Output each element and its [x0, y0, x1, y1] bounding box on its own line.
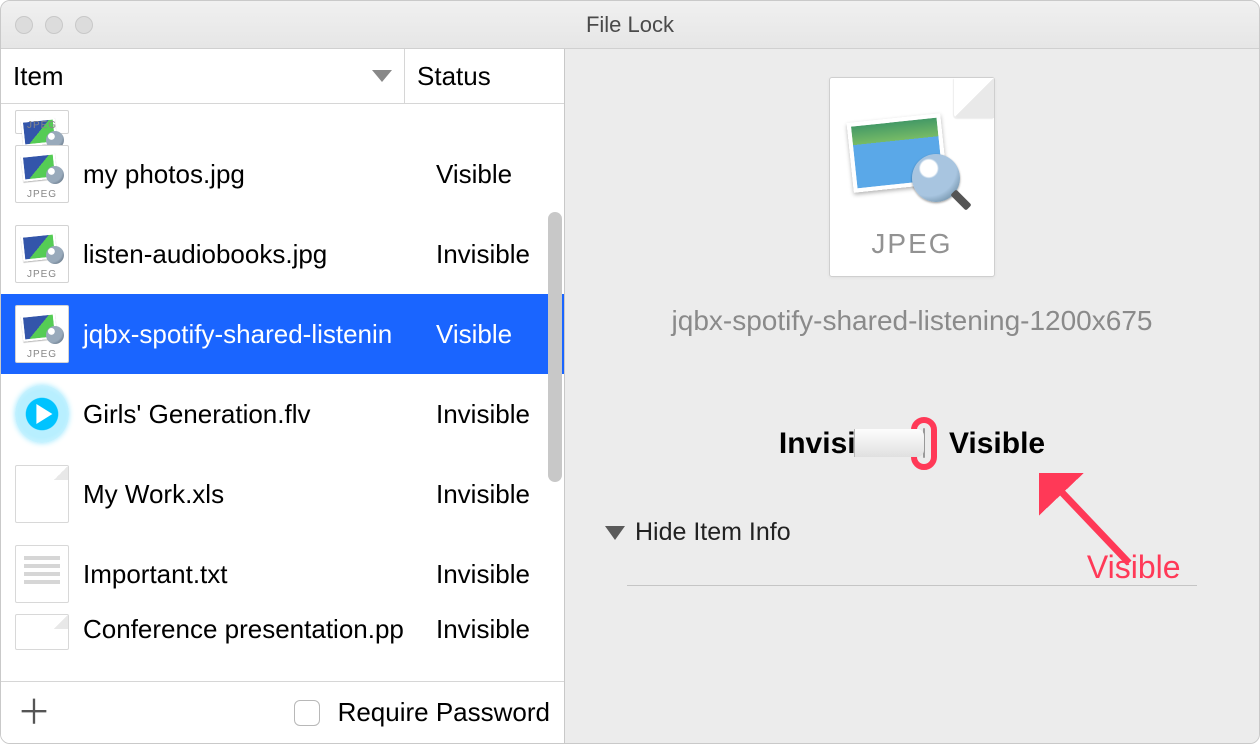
file-icon: JPEG: [15, 110, 69, 134]
file-icon: [15, 465, 69, 523]
file-list[interactable]: JPEG JPEG my photos.jpg Visible JPEG lis…: [1, 104, 564, 681]
visible-label: Visible: [949, 427, 1045, 461]
sort-indicator-icon: [372, 70, 392, 82]
toggle-knob: [923, 429, 924, 457]
table-row[interactable]: JPEG jqbx-spotify-shared-listenin Visibl…: [1, 294, 564, 374]
table-row[interactable]: JPEG my photos.jpg Visible: [1, 134, 564, 214]
traffic-close[interactable]: [15, 16, 33, 34]
disclosure-triangle-icon: [605, 526, 625, 540]
file-icon: [15, 614, 69, 650]
column-header-item-label: Item: [13, 61, 64, 92]
file-name: Conference presentation.pp: [69, 614, 424, 645]
file-status: Invisible: [424, 559, 564, 590]
selected-file-name: jqbx-spotify-shared-listening-1200x675: [632, 305, 1192, 337]
column-header-item[interactable]: Item: [1, 49, 405, 103]
file-icon: JPEG: [15, 225, 69, 283]
require-password-label: Require Password: [338, 697, 550, 728]
file-status: Invisible: [424, 399, 564, 430]
visibility-toggle-area: Invisible Visible Visible: [779, 417, 1045, 470]
hide-item-info-label: Hide Item Info: [635, 518, 791, 547]
file-icon: [15, 385, 69, 443]
file-name: listen-audiobooks.jpg: [69, 239, 424, 270]
table-row[interactable]: My Work.xls Invisible: [1, 454, 564, 534]
table-header: Item Status: [1, 49, 564, 104]
file-icon: JPEG: [15, 305, 69, 363]
file-type-tag: JPEG: [830, 228, 994, 260]
annotation-highlight: [911, 417, 937, 470]
column-header-status-label: Status: [417, 61, 491, 92]
file-name: jqbx-spotify-shared-listenin: [69, 319, 424, 350]
require-password-checkbox[interactable]: [294, 700, 320, 726]
column-header-status[interactable]: Status: [405, 49, 564, 103]
table-row[interactable]: Girls' Generation.flv Invisible: [1, 374, 564, 454]
file-status: Visible: [424, 159, 564, 190]
file-icon: [15, 545, 69, 603]
app-window: File Lock Item Status JPEG JPEG: [0, 0, 1260, 744]
scrollbar-thumb[interactable]: [548, 212, 562, 482]
hide-item-info-toggle[interactable]: Hide Item Info: [605, 518, 791, 547]
file-name: My Work.xls: [69, 479, 424, 510]
table-row[interactable]: Conference presentation.pp Invisible: [1, 614, 564, 656]
table-row[interactable]: JPEG: [1, 104, 564, 134]
table-row[interactable]: JPEG listen-audiobooks.jpg Invisible: [1, 214, 564, 294]
window-title: File Lock: [1, 12, 1259, 38]
traffic-minimize[interactable]: [45, 16, 63, 34]
file-status: Invisible: [424, 239, 564, 270]
file-preview-icon: JPEG: [829, 77, 995, 277]
titlebar: File Lock: [1, 1, 1259, 49]
file-status: Invisible: [424, 479, 564, 510]
add-button[interactable]: ＋: [15, 694, 53, 732]
file-status: Visible: [424, 319, 564, 350]
file-icon: JPEG: [15, 145, 69, 203]
file-name: Girls' Generation.flv: [69, 399, 424, 430]
file-list-panel: Item Status JPEG JPEG my photos.jpg Visi…: [1, 49, 565, 743]
detail-panel: JPEG jqbx-spotify-shared-listening-1200x…: [565, 49, 1259, 743]
file-status: Invisible: [424, 614, 564, 645]
list-footer: ＋ Require Password: [1, 681, 564, 743]
traffic-zoom[interactable]: [75, 16, 93, 34]
file-name: my photos.jpg: [69, 159, 424, 190]
visibility-toggle[interactable]: [923, 428, 925, 458]
file-name: Important.txt: [69, 559, 424, 590]
annotation-label: Visible: [1087, 549, 1181, 586]
table-row[interactable]: Important.txt Invisible: [1, 534, 564, 614]
